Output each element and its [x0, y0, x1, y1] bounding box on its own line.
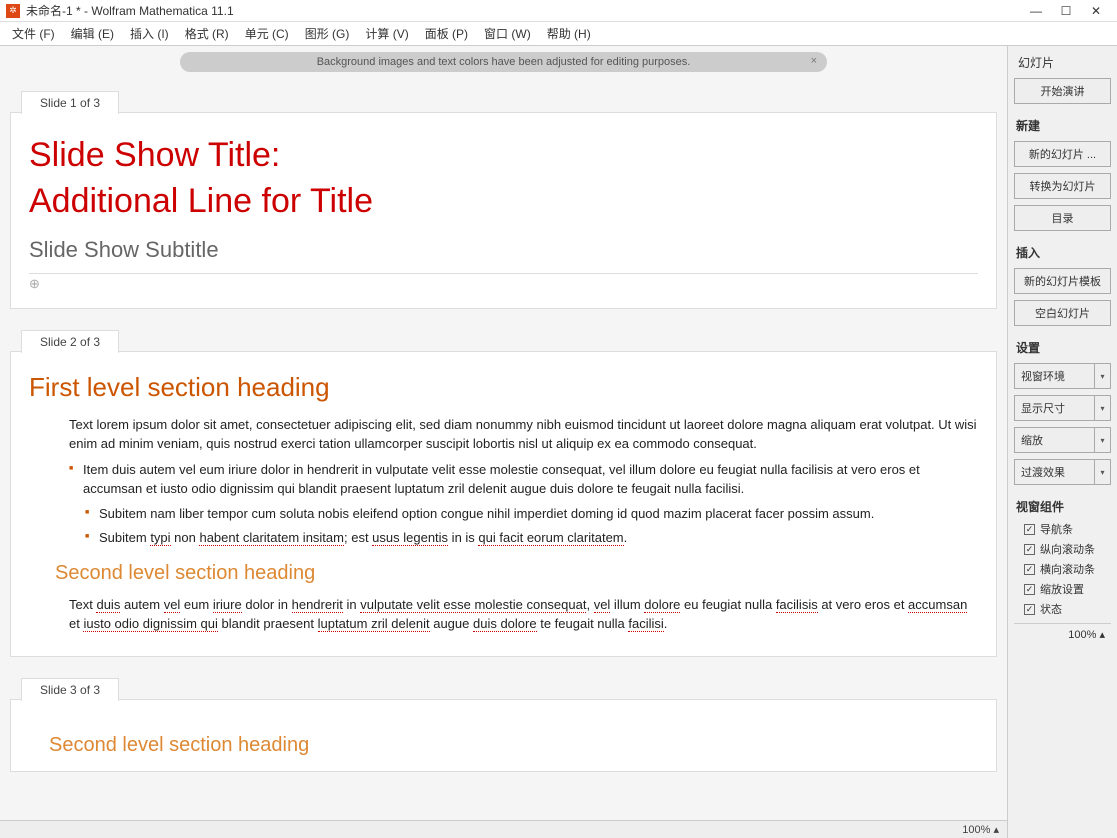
info-banner: Background images and text colors have b… [180, 52, 827, 72]
start-presentation-button[interactable]: 开始演讲 [1014, 78, 1111, 104]
toc-button[interactable]: 目录 [1014, 205, 1111, 231]
menu-graphics[interactable]: 图形 (G) [297, 22, 358, 45]
slide-tab[interactable]: Slide 3 of 3 [21, 678, 119, 701]
list-subitem[interactable]: Subitem typi non habent claritatem insit… [99, 528, 978, 548]
zoom-settings-checkbox[interactable]: ✓缩放设置 [1014, 579, 1111, 599]
menu-window[interactable]: 窗口 (W) [476, 22, 539, 45]
body-text[interactable]: Text duis autem vel eum iriure dolor in … [69, 595, 978, 634]
menu-help[interactable]: 帮助 (H) [539, 22, 599, 45]
close-button[interactable]: ✕ [1081, 1, 1111, 21]
menu-bar: 文件 (F) 编辑 (E) 插入 (I) 格式 (R) 单元 (C) 图形 (G… [0, 22, 1117, 46]
info-banner-text: Background images and text colors have b… [317, 56, 691, 68]
display-size-dropdown[interactable]: 显示尺寸▾ [1014, 395, 1111, 421]
slide-title[interactable]: Slide Show Title: Additional Line for Ti… [29, 133, 978, 225]
maximize-button[interactable]: ☐ [1051, 1, 1081, 21]
section-new-label: 新建 [1016, 117, 1111, 134]
slide-3[interactable]: Slide 3 of 3 Second level section headin… [10, 699, 997, 772]
hscroll-checkbox[interactable]: ✓横向滚动条 [1014, 559, 1111, 579]
convert-to-slide-button[interactable]: 转换为幻灯片 [1014, 173, 1111, 199]
menu-format[interactable]: 格式 (R) [177, 22, 237, 45]
zoom-indicator[interactable]: 100% ▴ [962, 823, 999, 836]
menu-edit[interactable]: 编辑 (E) [63, 22, 122, 45]
list-item[interactable]: Item duis autem vel eum iriure dolor in … [83, 460, 978, 499]
new-slide-template-button[interactable]: 新的幻灯片模板 [1014, 268, 1111, 294]
status-checkbox[interactable]: ✓状态 [1014, 599, 1111, 619]
window-titlebar: ✲ 未命名-1 * - Wolfram Mathematica 11.1 — ☐… [0, 0, 1117, 22]
vscroll-checkbox[interactable]: ✓纵向滚动条 [1014, 539, 1111, 559]
section-insert-label: 插入 [1016, 244, 1111, 261]
slide-tab[interactable]: Slide 1 of 3 [21, 91, 119, 114]
menu-palettes[interactable]: 面板 (P) [417, 22, 476, 45]
zoom-dropdown[interactable]: 缩放▾ [1014, 427, 1111, 453]
section-heading-2[interactable]: Second level section heading [49, 734, 978, 757]
menu-cell[interactable]: 单元 (C) [237, 22, 297, 45]
notebook-area[interactable]: Background images and text colors have b… [0, 46, 1007, 838]
status-bar: 100% ▴ [0, 820, 1007, 838]
transition-dropdown[interactable]: 过渡效果▾ [1014, 459, 1111, 485]
chevron-down-icon: ▾ [1094, 396, 1110, 420]
slide-2[interactable]: Slide 2 of 3 First level section heading… [10, 351, 997, 657]
new-slide-button[interactable]: 新的幻灯片 ... [1014, 141, 1111, 167]
palette-zoom-indicator[interactable]: 100% ▴ [1014, 623, 1111, 645]
app-icon: ✲ [6, 4, 20, 18]
slideshow-palette: 幻灯片 开始演讲 新建 新的幻灯片 ... 转换为幻灯片 目录 插入 新的幻灯片… [1007, 46, 1117, 838]
slide-tab[interactable]: Slide 2 of 3 [21, 330, 119, 353]
add-cell-row[interactable]: ⊕ [29, 273, 978, 292]
blank-slide-button[interactable]: 空白幻灯片 [1014, 300, 1111, 326]
window-title: 未命名-1 * - Wolfram Mathematica 11.1 [26, 2, 234, 19]
navbar-checkbox[interactable]: ✓导航条 [1014, 519, 1111, 539]
slide-subtitle[interactable]: Slide Show Subtitle [29, 237, 978, 263]
section-components-label: 视窗组件 [1016, 498, 1111, 515]
menu-file[interactable]: 文件 (F) [4, 22, 63, 45]
section-settings-label: 设置 [1016, 339, 1111, 356]
info-banner-close-icon[interactable]: × [811, 55, 817, 67]
slide-1[interactable]: Slide 1 of 3 Slide Show Title: Additiona… [10, 112, 997, 309]
view-environment-dropdown[interactable]: 视窗环境▾ [1014, 363, 1111, 389]
body-text[interactable]: Text lorem ipsum dolor sit amet, consect… [69, 415, 978, 454]
palette-title: 幻灯片 [1014, 52, 1111, 75]
minimize-button[interactable]: — [1021, 1, 1051, 21]
chevron-down-icon: ▾ [1094, 428, 1110, 452]
chevron-down-icon: ▾ [1094, 460, 1110, 484]
section-heading-1[interactable]: First level section heading [29, 372, 978, 403]
chevron-down-icon: ▾ [1094, 364, 1110, 388]
menu-insert[interactable]: 插入 (I) [122, 22, 177, 45]
list-subitem[interactable]: Subitem nam liber tempor cum soluta nobi… [99, 504, 978, 524]
section-heading-2[interactable]: Second level section heading [55, 562, 978, 585]
menu-evaluation[interactable]: 计算 (V) [357, 22, 416, 45]
